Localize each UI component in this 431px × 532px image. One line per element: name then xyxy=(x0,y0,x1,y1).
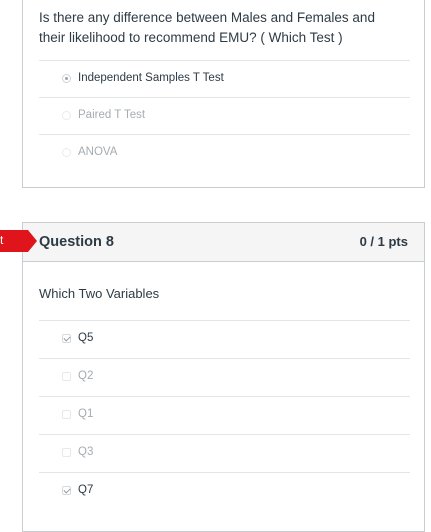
answer-label: Q7 xyxy=(78,484,94,496)
answer-option[interactable]: ANOVA xyxy=(39,134,410,171)
answer-option[interactable]: Paired T Test xyxy=(39,97,410,134)
question-7-answers: Independent Samples T Test Paired T Test… xyxy=(39,60,410,171)
answer-option[interactable]: Q5 xyxy=(39,320,410,358)
answer-option[interactable]: Independent Samples T Test xyxy=(39,60,410,97)
answer-option[interactable]: Q2 xyxy=(39,358,410,396)
answer-label: Q2 xyxy=(78,370,94,382)
question-8-answers: Q5 Q2 Q1 Q3 Q7 xyxy=(39,320,410,510)
question-8-card: Question 8 0 / 1 pts Which Two Variables… xyxy=(22,222,425,532)
question-points: 0 / 1 pts xyxy=(359,234,408,249)
answer-option[interactable]: Q1 xyxy=(39,396,410,434)
answer-label: Q5 xyxy=(78,332,94,344)
radio-icon[interactable] xyxy=(62,111,71,120)
checkbox-icon[interactable] xyxy=(62,372,71,381)
radio-icon[interactable] xyxy=(62,148,71,157)
checkbox-icon[interactable] xyxy=(62,448,71,457)
answer-label: Q3 xyxy=(78,446,94,458)
question-title: Question 8 xyxy=(39,234,114,250)
checkbox-checked-icon[interactable] xyxy=(62,334,71,343)
checkbox-icon[interactable] xyxy=(62,410,71,419)
answer-label: Independent Samples T Test xyxy=(78,72,224,84)
answer-label: Q1 xyxy=(78,408,94,420)
incorrect-flag: t xyxy=(0,230,37,252)
answer-option[interactable]: Q3 xyxy=(39,434,410,472)
answer-label: Paired T Test xyxy=(78,109,146,121)
checkbox-checked-icon[interactable] xyxy=(62,486,71,495)
flag-label: t xyxy=(0,233,4,247)
question-7-text: Is there any difference between Males an… xyxy=(39,10,375,45)
answer-label: ANOVA xyxy=(78,146,118,158)
answer-option[interactable]: Q7 xyxy=(39,472,410,510)
radio-selected-icon[interactable] xyxy=(62,74,71,83)
question-7-card: Is there any difference between Males an… xyxy=(22,0,425,188)
question-header: Question 8 0 / 1 pts xyxy=(23,223,424,262)
question-8-text: Which Two Variables xyxy=(39,286,160,301)
